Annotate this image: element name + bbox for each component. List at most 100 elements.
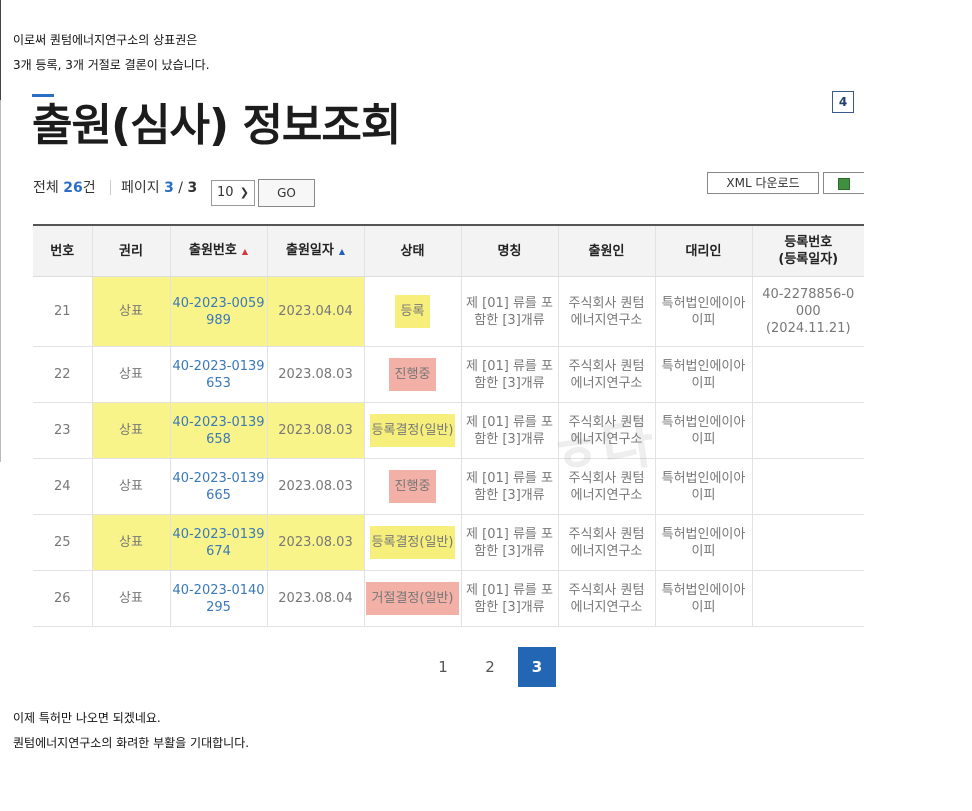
- table-row[interactable]: 21 상표 40-2023-0059 989 2023.04.04 등록 제 [01] 류…: [33, 276, 864, 347]
- cell-right: 상표: [91, 346, 170, 403]
- cell-agent: 특허법인에이아 이피: [654, 458, 752, 515]
- cell-status: 등록: [363, 276, 461, 347]
- col-header: 등록번호 (등록일자): [751, 224, 864, 277]
- cell-agent: 특허법인에이아 이피: [654, 346, 752, 403]
- cell-number-text: 21: [53, 304, 71, 319]
- cell-app-date-text: 2023.08.03: [278, 423, 353, 438]
- cell-right-text: 상표: [119, 304, 143, 319]
- page-link-1[interactable]: 1: [424, 647, 462, 687]
- excel-icon: [838, 178, 850, 190]
- total-label: 전체: [33, 180, 59, 196]
- cell-app-date: 2023.08.03: [266, 514, 364, 571]
- table-row[interactable]: 23 상표 40-2023-0139 658 2023.08.03 등록결정(일반) 제 …: [33, 402, 864, 459]
- per-page-select[interactable]: 10 ❯: [211, 180, 255, 206]
- outro-line-2: 퀀텀에너지연구소의 화려한 부활을 기대합니다.: [13, 736, 250, 750]
- cell-reg-number: [751, 346, 864, 403]
- page-link-3-active[interactable]: 3: [518, 647, 556, 687]
- cell-app-date-text: 2023.08.04: [278, 591, 353, 606]
- xml-download-button[interactable]: XML 다운로드: [707, 172, 819, 194]
- page-number-badge: 4: [832, 91, 854, 113]
- col-header-label: 출원번호: [189, 243, 237, 258]
- cell-app-date-text: 2023.08.03: [278, 535, 353, 550]
- cell-app-date-text: 2023.08.03: [278, 479, 353, 494]
- cell-app-number[interactable]: 40-2023-0139 665: [169, 458, 267, 515]
- cell-name-text: 제 [01] 류를 포 함한 [3]개류: [466, 582, 553, 615]
- cell-number-text: 24: [53, 479, 71, 494]
- cell-app-number-text[interactable]: 40-2023-0139 658: [172, 415, 264, 447]
- cell-right: 상표: [91, 570, 170, 627]
- cell-agent-text: 특허법인에이아 이피: [661, 582, 746, 615]
- cell-right-text: 상표: [119, 535, 143, 550]
- cell-right: 상표: [91, 402, 170, 459]
- cell-right: 상표: [91, 458, 170, 515]
- table-row[interactable]: 25 상표 40-2023-0139 674 2023.08.03 등록결정(일반) 제 …: [33, 514, 864, 571]
- watermark: ㅎ다: [546, 410, 658, 489]
- page-sep: /: [178, 180, 184, 196]
- cell-right: 상표: [91, 276, 170, 347]
- cell-number-text: 26: [53, 591, 71, 606]
- cell-right-text: 상표: [119, 423, 143, 438]
- col-header: 출원인: [557, 224, 655, 277]
- left-border-lower: [0, 100, 1, 462]
- cell-app-number[interactable]: 40-2023-0139 653: [169, 346, 267, 403]
- cell-status-text: 진행중: [388, 470, 437, 503]
- cell-app-date: 2023.04.04: [266, 276, 364, 347]
- results-table: 번호 권리 출원번호 ▲ 출원일자 ▲ 상태 명칭 출원인 대리인 등록번호 (등록…: [33, 224, 864, 627]
- cell-app-number-text[interactable]: 40-2023-0139 674: [172, 527, 264, 559]
- outro-line-1: 이제 특허만 나오면 되겠네요.: [13, 711, 161, 725]
- cell-app-number-text[interactable]: 40-2023-0059 989: [172, 296, 264, 328]
- cell-reg-number: [751, 458, 864, 515]
- cell-app-date-text: 2023.04.04: [278, 304, 353, 319]
- col-header: 권리: [91, 224, 170, 277]
- col-header-sortable[interactable]: 출원번호 ▲: [169, 224, 267, 277]
- cell-applicant-text: 주식회사 퀀텀 에너지연구소: [568, 295, 645, 328]
- cell-name-text: 제 [01] 류를 포 함한 [3]개류: [466, 526, 553, 559]
- excel-download-button[interactable]: [823, 172, 864, 194]
- table-row[interactable]: 26 상표 40-2023-0140 295 2023.08.04 거절결정(일반) 제 …: [33, 570, 864, 627]
- cell-number-text: 23: [53, 423, 71, 438]
- cell-status-text: 거절결정(일반): [365, 582, 460, 615]
- cell-right-text: 상표: [119, 367, 143, 382]
- cell-agent: 특허법인에이아 이피: [654, 514, 752, 571]
- cell-status: 진행중: [363, 346, 461, 403]
- sort-down-icon[interactable]: ▲: [242, 247, 248, 256]
- embedded-screenshot: 출원(심사) 정보조회 전체 26건 페이지 3 / 3 10 ❯ GO XML…: [2, 84, 864, 694]
- cell-app-date: 2023.08.03: [266, 458, 364, 515]
- cell-app-number-text[interactable]: 40-2023-0139 653: [172, 359, 264, 391]
- go-button[interactable]: GO: [258, 179, 315, 207]
- sort-up-icon[interactable]: ▲: [339, 247, 345, 256]
- cell-app-number[interactable]: 40-2023-0140 295: [169, 570, 267, 627]
- cell-agent-text: 특허법인에이아 이피: [661, 526, 746, 559]
- cell-number: 23: [33, 402, 92, 459]
- cell-app-number-text[interactable]: 40-2023-0139 665: [172, 471, 264, 503]
- cell-applicant-text: 주식회사 퀀텀 에너지연구소: [568, 526, 645, 559]
- cell-reg-number: [751, 514, 864, 571]
- cell-name-text: 제 [01] 류를 포 함한 [3]개류: [466, 358, 553, 391]
- cell-app-date: 2023.08.03: [266, 402, 364, 459]
- cell-number-text: 22: [53, 367, 71, 382]
- cell-applicant: 주식회사 퀀텀 에너지연구소: [557, 570, 655, 627]
- cell-name-text: 제 [01] 류를 포 함한 [3]개류: [466, 414, 553, 447]
- chevron-down-icon: ❯: [239, 186, 249, 199]
- col-header-label: 출원일자: [286, 243, 334, 258]
- cell-app-date-text: 2023.08.03: [278, 367, 353, 382]
- table-row[interactable]: 22 상표 40-2023-0139 653 2023.08.03 진행중 제 [01] …: [33, 346, 864, 403]
- cell-status: 등록결정(일반): [363, 514, 461, 571]
- per-page-value: 10: [217, 185, 234, 200]
- page-total: 3: [187, 180, 198, 196]
- table-row[interactable]: 24 상표 40-2023-0139 665 2023.08.03 진행중 제 [01] …: [33, 458, 864, 515]
- cell-agent: 특허법인에이아 이피: [654, 276, 752, 347]
- cell-app-number[interactable]: 40-2023-0139 658: [169, 402, 267, 459]
- page-link-2[interactable]: 2: [471, 647, 509, 687]
- cell-app-number[interactable]: 40-2023-0139 674: [169, 514, 267, 571]
- col-header-sortable[interactable]: 출원일자 ▲: [266, 224, 364, 277]
- page-label: 페이지: [121, 180, 160, 196]
- cell-agent-text: 특허법인에이아 이피: [661, 295, 746, 328]
- cell-app-date: 2023.08.03: [266, 346, 364, 403]
- cell-app-number-text[interactable]: 40-2023-0140 295: [172, 583, 264, 615]
- cell-number: 22: [33, 346, 92, 403]
- cell-name: 제 [01] 류를 포 함한 [3]개류: [460, 458, 558, 515]
- cell-app-number[interactable]: 40-2023-0059 989: [169, 276, 267, 347]
- cell-name: 제 [01] 류를 포 함한 [3]개류: [460, 276, 558, 347]
- total-count: 전체 26건: [33, 177, 96, 197]
